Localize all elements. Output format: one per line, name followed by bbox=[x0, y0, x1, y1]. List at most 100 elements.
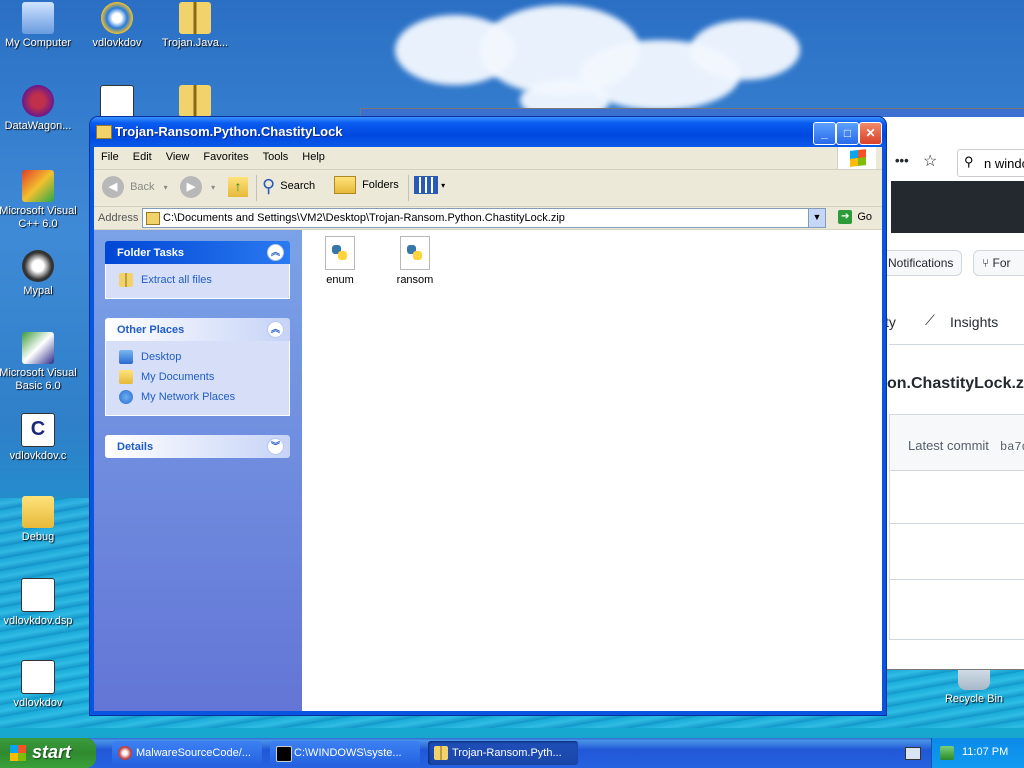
repo-file-title: on.ChastityLock.zi bbox=[887, 375, 1024, 392]
desktop-icon-mypal[interactable]: Mypal bbox=[0, 250, 78, 298]
place-my-documents[interactable]: My Documents bbox=[106, 367, 289, 387]
desktop-icon-ie[interactable]: vdlovkdov bbox=[77, 2, 157, 50]
desktop-icon-label: vdlovkdov.dsp bbox=[3, 615, 73, 627]
taskbar-item-label: MalwareSourceCode/... bbox=[136, 747, 251, 759]
folders-button[interactable]: Folders bbox=[334, 176, 399, 200]
latest-commit-label: Latest commit bbox=[908, 438, 989, 453]
toolbar-separator bbox=[256, 175, 257, 201]
details-panel: Details ︾ bbox=[105, 435, 290, 458]
file-list-view[interactable]: enum ransom bbox=[302, 230, 882, 711]
file-item-enum[interactable]: enum bbox=[310, 236, 370, 286]
task-pane: Folder Tasks ︽ Extract all files Other P… bbox=[94, 230, 302, 711]
title-bar[interactable]: Trojan-Ransom.Python.ChastityLock _ □ ✕ bbox=[90, 117, 886, 147]
menu-view[interactable]: View bbox=[159, 147, 197, 163]
forward-dropdown-icon: ▾ bbox=[211, 182, 216, 192]
collapse-chevron-icon[interactable]: ︽ bbox=[267, 321, 284, 338]
fork-button[interactable]: ⑂ For bbox=[973, 250, 1024, 276]
desktop-icon-vdlovkdov-exe[interactable]: vdlovkdov bbox=[0, 660, 78, 710]
desktop-icon-zip[interactable] bbox=[155, 85, 235, 120]
folder-icon bbox=[22, 496, 54, 528]
taskbar-item-cmd[interactable]: C:\WINDOWS\syste... bbox=[270, 741, 420, 765]
address-input[interactable]: C:\Documents and Settings\VM2\Desktop\Tr… bbox=[142, 208, 826, 228]
views-button[interactable]: ▾ bbox=[414, 176, 445, 200]
browser-search-box[interactable]: ⚲ n windo bbox=[957, 149, 1024, 177]
desktop-icon-label: Debug bbox=[21, 531, 55, 543]
star-icon[interactable]: ☆ bbox=[923, 151, 937, 171]
search-icon: ⚲ bbox=[964, 154, 974, 169]
desktop-icon-visual-cpp[interactable]: Microsoft Visual C++ 6.0 bbox=[0, 170, 78, 231]
expand-chevron-icon[interactable]: ︾ bbox=[267, 438, 284, 455]
notifications-label: Notifications bbox=[888, 256, 954, 270]
other-places-title: Other Places bbox=[117, 324, 185, 336]
address-dropdown-icon[interactable]: ▼ bbox=[808, 209, 825, 227]
file-list-row-divider bbox=[890, 523, 1024, 524]
desktop-icon-datawagon[interactable]: DataWagon... bbox=[0, 85, 78, 133]
browser-title-strip bbox=[361, 109, 1024, 117]
desktop-icon-visual-basic[interactable]: Microsoft Visual Basic 6.0 bbox=[0, 332, 78, 393]
desktop-icon-vdlovkdov-dsp[interactable]: vdlovkdov.dsp bbox=[0, 578, 78, 628]
my-computer-icon bbox=[22, 2, 54, 34]
taskbar-item-browser[interactable]: MalwareSourceCode/... bbox=[112, 741, 262, 765]
search-label: Search bbox=[280, 180, 316, 193]
close-button[interactable]: ✕ bbox=[859, 122, 882, 145]
taskbar-item-explorer[interactable]: Trojan-Ransom.Pyth... bbox=[428, 741, 578, 765]
file-item-ransom[interactable]: ransom bbox=[385, 236, 445, 286]
task-label: Extract all files bbox=[141, 274, 212, 286]
zip-folder-icon bbox=[146, 212, 160, 225]
collapse-chevron-icon[interactable]: ︽ bbox=[267, 244, 284, 261]
search-icon: ⚲ bbox=[262, 176, 276, 196]
desktop-icon-debug[interactable]: Debug bbox=[0, 496, 78, 544]
notifications-button[interactable]: Notifications bbox=[879, 250, 963, 276]
menu-tools[interactable]: Tools bbox=[256, 147, 296, 163]
zip-folder-icon bbox=[179, 85, 211, 117]
desktop-icon-trojan-java[interactable]: Trojan.Java... bbox=[155, 2, 235, 50]
maximize-button[interactable]: □ bbox=[836, 122, 859, 145]
tab-security-partial[interactable]: ty bbox=[885, 314, 896, 330]
clock[interactable]: 11:07 PM bbox=[962, 746, 1008, 758]
start-label: start bbox=[32, 742, 72, 762]
folder-tasks-title: Folder Tasks bbox=[117, 247, 185, 259]
fork-icon: ⑂ bbox=[982, 256, 993, 270]
tab-insights[interactable]: Insights bbox=[950, 314, 998, 330]
window-title: Trojan-Ransom.Python.ChastityLock bbox=[115, 124, 343, 139]
forward-arrow-icon: ▶ bbox=[180, 176, 202, 198]
menu-help[interactable]: Help bbox=[295, 147, 332, 163]
minimize-button[interactable]: _ bbox=[813, 122, 836, 145]
up-folder-button[interactable]: ↑ bbox=[228, 176, 248, 200]
internet-explorer-icon bbox=[101, 2, 133, 34]
network-tray-icon[interactable] bbox=[940, 746, 954, 760]
other-places-header[interactable]: Other Places ︽ bbox=[105, 318, 290, 341]
menu-favorites[interactable]: Favorites bbox=[196, 147, 255, 163]
command-prompt-icon bbox=[276, 746, 292, 762]
menu-edit[interactable]: Edit bbox=[126, 147, 159, 163]
menu-file[interactable]: File bbox=[94, 147, 126, 163]
python-file-icon bbox=[400, 236, 430, 270]
sky-cloud bbox=[690, 20, 800, 80]
place-my-network-places[interactable]: My Network Places bbox=[106, 387, 289, 407]
desktop-icon-label: vdlovkdov.c bbox=[9, 450, 67, 462]
file-list-box bbox=[889, 469, 1024, 640]
desktop-icon-label: vdlovkdov bbox=[92, 37, 142, 49]
visual-basic-icon bbox=[22, 332, 54, 364]
windows-flag-icon bbox=[10, 745, 26, 761]
more-icon[interactable]: ••• bbox=[895, 153, 909, 168]
explorer-window[interactable]: Trojan-Ransom.Python.ChastityLock _ □ ✕ … bbox=[90, 117, 886, 715]
desktop-icon-vdlovkdov-c[interactable]: C vdlovkdov.c bbox=[0, 413, 78, 463]
desktop-icon-my-computer[interactable]: My Computer bbox=[0, 2, 78, 50]
start-button[interactable]: start bbox=[0, 738, 96, 768]
taskbar-item-label: C:\WINDOWS\syste... bbox=[294, 747, 402, 759]
task-extract-all-files[interactable]: Extract all files bbox=[106, 270, 289, 290]
desktop-icon-label: My Computer bbox=[4, 37, 72, 49]
details-title: Details bbox=[117, 441, 154, 453]
search-button[interactable]: ⚲ Search bbox=[262, 176, 315, 200]
keyboard-icon[interactable] bbox=[905, 747, 921, 760]
desktop-icon-label: Microsoft Visual Basic 6.0 bbox=[0, 367, 77, 392]
commit-hash[interactable]: ba7d bbox=[1000, 440, 1024, 454]
folder-tasks-header[interactable]: Folder Tasks ︽ bbox=[105, 241, 290, 264]
taskbar-item-label: Trojan-Ransom.Pyth... bbox=[452, 747, 562, 759]
place-desktop[interactable]: Desktop bbox=[106, 347, 289, 367]
forward-button[interactable]: ▶ ▾ bbox=[180, 176, 215, 200]
details-header[interactable]: Details ︾ bbox=[105, 435, 290, 458]
go-button[interactable]: ➔ Go bbox=[838, 210, 872, 224]
back-button[interactable]: ◀ Back ▾ bbox=[102, 176, 168, 200]
